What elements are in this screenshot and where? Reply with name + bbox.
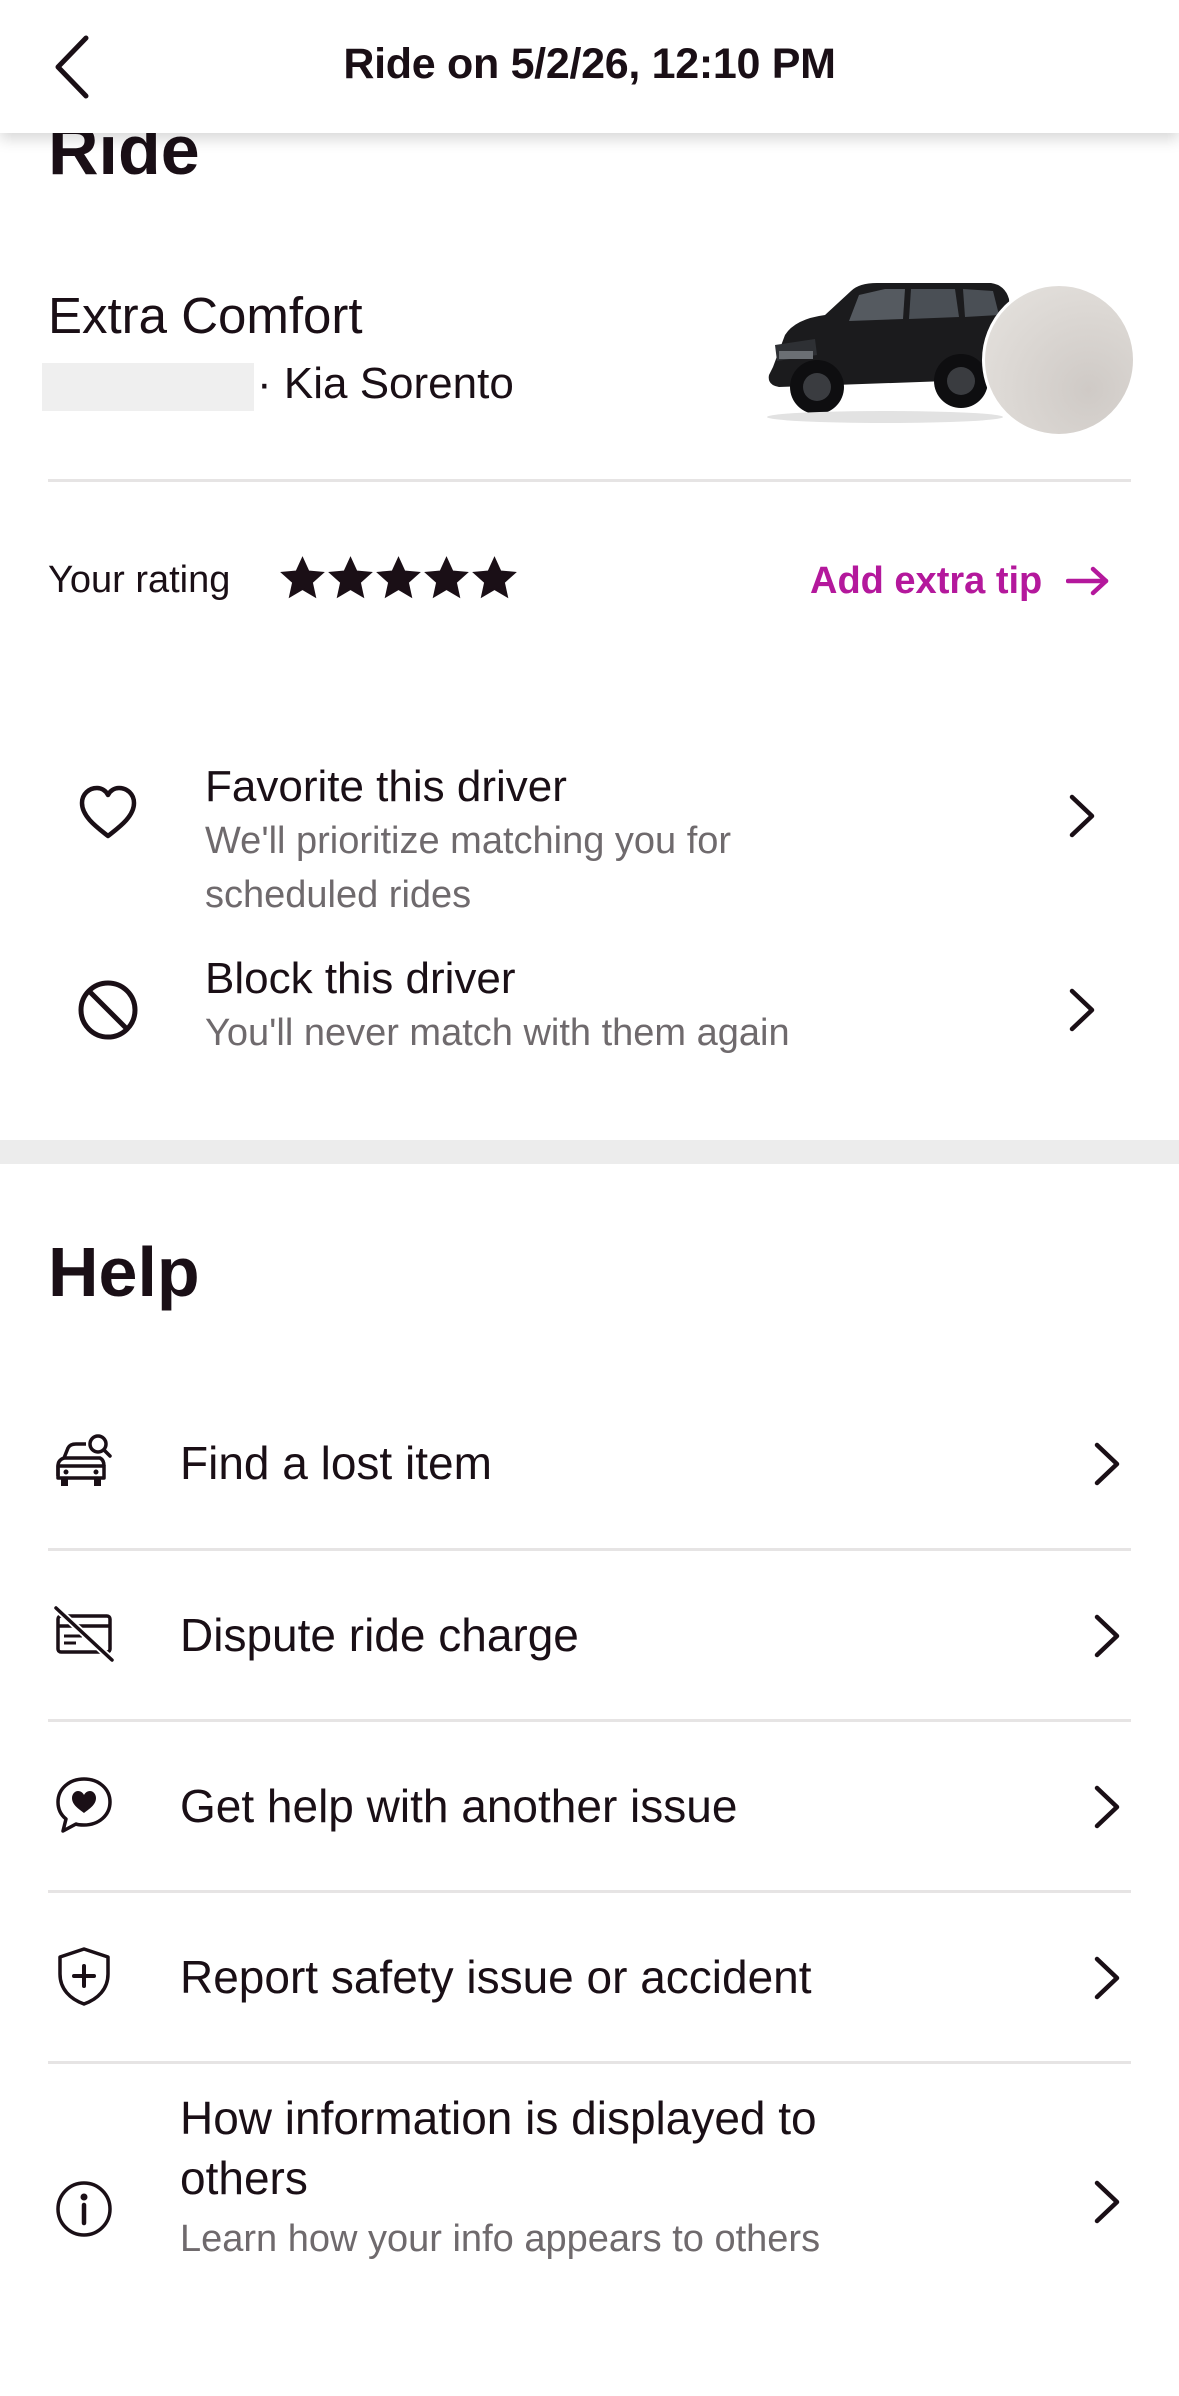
help-item-label: Report safety issue or accident — [180, 1951, 812, 2003]
help-item-label: Find a lost item — [180, 1437, 492, 1489]
help-item-label: How information is displayed to others — [180, 2092, 817, 2204]
rating-label: Your rating — [48, 559, 231, 601]
help-item-info-display[interactable]: How information is displayed to others L… — [0, 2063, 1179, 2283]
section-separator — [0, 1140, 1179, 1164]
chevron-right-icon — [1094, 1785, 1120, 1829]
favorite-driver-subtitle: We'll prioritize matching you for schedu… — [205, 820, 732, 916]
chevron-right-icon — [1069, 794, 1095, 838]
ride-service-name: Extra Comfort — [48, 287, 363, 344]
vehicle-model: · Kia Sorento — [257, 359, 514, 408]
chat-heart-icon — [56, 1777, 112, 1833]
car-search-icon — [56, 1434, 112, 1486]
chevron-right-icon — [1094, 1442, 1120, 1486]
card-slash-icon — [53, 1605, 115, 1663]
block-driver-subtitle: You'll never match with them again — [205, 1012, 790, 1054]
shield-plus-icon — [58, 1947, 110, 2006]
help-item-other-issue[interactable]: Get help with another issue — [0, 1721, 1179, 1891]
star-icon[interactable] — [280, 556, 325, 601]
car-image — [767, 283, 1014, 423]
add-extra-tip-link[interactable]: Add extra tip — [810, 556, 1110, 606]
top-bar: Ride on 5/2/26, 12:10 PM — [0, 0, 1179, 133]
divider — [48, 479, 1131, 482]
star-icon[interactable] — [472, 556, 517, 601]
info-icon — [56, 2181, 112, 2237]
favorite-driver-row[interactable]: Favorite this driver We'll prioritize ma… — [0, 730, 1179, 916]
block-driver-title: Block this driver — [205, 954, 516, 1003]
help-item-label: Dispute ride charge — [180, 1609, 579, 1661]
help-item-subtitle: Learn how your info appears to others — [180, 2218, 821, 2260]
driver-avatar — [982, 283, 1136, 437]
add-extra-tip-label: Add extra tip — [810, 559, 1043, 602]
chevron-right-icon — [1069, 988, 1095, 1032]
chevron-right-icon — [1094, 2180, 1120, 2224]
block-icon — [78, 980, 138, 1040]
heart-icon — [79, 785, 137, 839]
help-item-report-safety[interactable]: Report safety issue or accident — [0, 1892, 1179, 2062]
help-item-find-lost-item[interactable]: Find a lost item — [0, 1378, 1179, 1548]
chevron-right-icon — [1094, 1614, 1120, 1658]
favorite-driver-title: Favorite this driver — [205, 762, 567, 811]
help-item-label: Get help with another issue — [180, 1780, 738, 1832]
block-driver-row[interactable]: Block this driver You'll never match wit… — [0, 950, 1179, 1070]
arrow-right-icon — [1066, 566, 1109, 596]
star-icon[interactable] — [376, 556, 421, 601]
chevron-right-icon — [1094, 1956, 1120, 2000]
page-title: Ride on 5/2/26, 12:10 PM — [343, 40, 836, 88]
license-plate-redacted — [42, 363, 254, 411]
rating-stars[interactable] — [280, 556, 517, 606]
star-icon[interactable] — [328, 556, 373, 601]
star-icon[interactable] — [424, 556, 469, 601]
help-section-heading: Help — [48, 1233, 200, 1311]
help-item-dispute-charge[interactable]: Dispute ride charge — [0, 1550, 1179, 1720]
